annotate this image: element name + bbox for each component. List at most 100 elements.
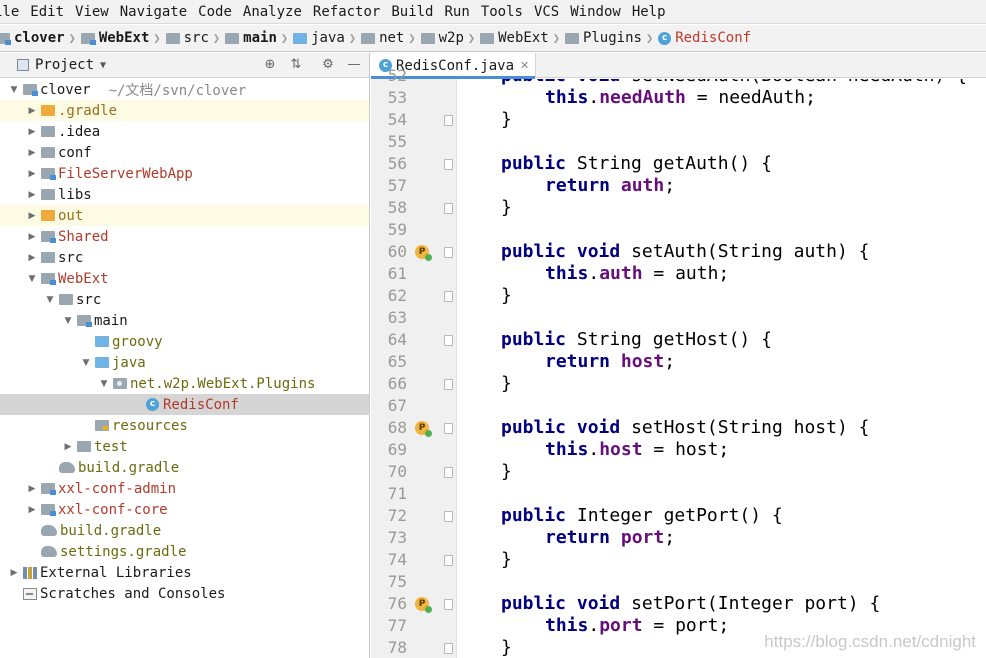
chevron-down-icon[interactable]: ▼ [80,358,92,368]
line-number: 76 [387,594,407,613]
close-icon[interactable]: ✕ [520,59,529,72]
line-number: 55 [387,132,407,151]
tree-item[interactable]: ▼ main [0,310,369,331]
gear-icon[interactable]: ⚙ [320,57,336,73]
tree-item[interactable]: ▶ .idea [0,121,369,142]
fold-marker-icon[interactable] [444,115,453,126]
project-view-selector[interactable]: Project [35,57,94,73]
breadcrumb-item-plugins[interactable]: Plugins ❯ [564,30,658,46]
fold-marker-icon[interactable] [444,467,453,478]
tree-item[interactable]: ▼ java [0,352,369,373]
tree-item[interactable]: ▶ xxl-conf-core [0,499,369,520]
menu-item-help[interactable]: Help [632,4,677,20]
tree-item[interactable]: build.gradle [0,457,369,478]
chevron-right-icon[interactable]: ▶ [26,148,38,158]
menu-item-refactor[interactable]: Refactor [313,4,391,20]
fold-marker-icon[interactable] [444,203,453,214]
fold-marker-icon[interactable] [444,511,453,522]
fold-marker-icon[interactable] [444,335,453,346]
chevron-right-icon[interactable]: ▶ [26,169,38,179]
tree-item[interactable]: ▼ clover ~/文档/svn/clover [0,79,369,100]
implements-method-icon[interactable]: P [415,245,432,261]
tree-item[interactable]: settings.gradle [0,541,369,562]
tree-item[interactable]: build.gradle [0,520,369,541]
menu-item-navigate[interactable]: Navigate [120,4,198,20]
fold-marker-icon[interactable] [444,379,453,390]
chevron-right-icon[interactable]: ▶ [26,106,38,116]
locate-icon[interactable]: ⊕ [262,57,278,73]
menu-item-run[interactable]: Run [445,4,481,20]
breadcrumb-item-redisconf[interactable]: c RedisConf [658,30,751,46]
implements-method-icon[interactable]: P [415,597,432,613]
breadcrumb-item-src[interactable]: src ❯ [165,30,226,46]
chevron-right-icon[interactable]: ▶ [26,484,38,494]
tree-item[interactable]: ▶ External Libraries [0,562,369,583]
fold-marker-icon[interactable] [444,159,453,170]
chevron-right-icon[interactable]: ▶ [62,442,74,452]
tree-item[interactable]: ▶ conf [0,142,369,163]
tree-item[interactable]: ▶ .gradle [0,100,369,121]
tree-item[interactable]: ▶ xxl-conf-admin [0,478,369,499]
breadcrumb-item-w2p[interactable]: w2p ❯ [420,30,481,46]
tree-item[interactable]: ▼ src [0,289,369,310]
menu-item-window[interactable]: Window [570,4,632,20]
tree-item[interactable]: ▼ WebExt [0,268,369,289]
chevron-down-icon[interactable]: ▼ [98,379,110,389]
breadcrumb-item-webext[interactable]: WebExt ❯ [480,30,565,46]
menu-item-build[interactable]: Build [391,4,444,20]
chevron-down-icon[interactable]: ▼ [100,60,106,71]
tree-item[interactable]: ▶ Shared [0,226,369,247]
code-text: ; [664,175,676,196]
implements-method-icon[interactable]: P [415,421,432,437]
breadcrumb-item-java[interactable]: java ❯ [293,30,361,46]
breadcrumb-item-webext[interactable]: WebExt ❯ [80,30,166,46]
menu-item-edit[interactable]: Edit [30,4,75,20]
tree-item[interactable]: ▶ FileServerWebApp [0,163,369,184]
tree-item[interactable]: ▼ net.w2p.WebExt.Plugins [0,373,369,394]
tree-item-label: groovy [112,333,163,350]
breadcrumb-item-net[interactable]: net ❯ [361,30,421,46]
collapse-all-icon[interactable]: ⇅ [288,57,304,73]
tree-item[interactable]: Scratches and Consoles [0,583,369,604]
chevron-down-icon[interactable]: ▼ [44,295,56,305]
tree-item-label: build.gradle [60,522,162,539]
fold-marker-icon[interactable] [444,423,453,434]
tree-item[interactable]: groovy [0,331,369,352]
chevron-right-icon[interactable]: ▶ [26,211,38,221]
chevron-down-icon[interactable]: ▼ [8,85,20,95]
menu-item-analyze[interactable]: Analyze [243,4,313,20]
code-area[interactable]: public void setNeedAuth(Boolean needAuth… [458,79,986,658]
tree-item[interactable]: resources [0,415,369,436]
chevron-right-icon[interactable]: ▶ [26,190,38,200]
chevron-right-icon[interactable]: ▶ [26,232,38,242]
tree-item-label: conf [58,144,92,161]
menu-item-code[interactable]: Code [198,4,243,20]
chevron-down-icon[interactable]: ▼ [26,274,38,284]
fold-marker-icon[interactable] [444,247,453,258]
chevron-down-icon[interactable]: ▼ [62,316,74,326]
tree-item[interactable]: ▶ test [0,436,369,457]
fold-marker-icon[interactable] [444,291,453,302]
code-line: } [501,549,512,571]
menu-item-vcs[interactable]: VCS [534,4,570,20]
menu-item-view[interactable]: View [75,4,120,20]
breadcrumb-item-main[interactable]: main ❯ [225,30,293,46]
chevron-right-icon[interactable]: ▶ [8,568,20,578]
tree-item[interactable]: c RedisConf [0,394,369,415]
chevron-right-icon[interactable]: ▶ [26,253,38,263]
tree-item[interactable]: ▶ out [0,205,369,226]
module-folder-icon [80,32,96,45]
minimize-icon[interactable]: — [346,57,362,73]
breadcrumb-item-clover[interactable]: clover ❯ [0,30,81,46]
fold-marker-icon[interactable] [444,555,453,566]
menu-item-ile[interactable]: ile [0,4,30,20]
fold-marker-icon[interactable] [444,643,453,654]
chevron-right-icon[interactable]: ▶ [26,505,38,515]
tree-item[interactable]: ▶ src [0,247,369,268]
fold-marker-icon[interactable] [444,599,453,610]
chevron-right-icon[interactable]: ▶ [26,127,38,137]
tree-item[interactable]: ▶ libs [0,184,369,205]
line-number: 53 [387,88,407,107]
menu-item-tools[interactable]: Tools [481,4,534,20]
